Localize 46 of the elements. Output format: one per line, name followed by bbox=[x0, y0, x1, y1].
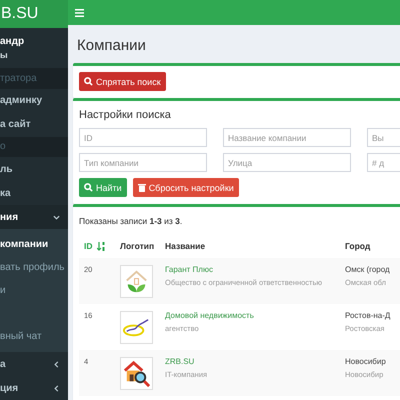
sort-icon[interactable] bbox=[96, 242, 106, 250]
submenu-item[interactable]: и bbox=[0, 279, 68, 302]
menu-section-header: тратора bbox=[0, 68, 68, 89]
input-field[interactable]: Тип компании bbox=[79, 153, 207, 172]
input-field[interactable]: Улица bbox=[223, 153, 351, 172]
menu-group[interactable]: ния bbox=[0, 205, 68, 230]
menu-item[interactable]: ка bbox=[0, 181, 68, 206]
column-header: Логотип bbox=[120, 241, 154, 251]
page-title: Компании bbox=[77, 37, 147, 54]
column-header[interactable]: ID bbox=[84, 241, 92, 251]
submenu-item[interactable]: компании bbox=[0, 233, 68, 256]
column-header: Город bbox=[345, 241, 370, 251]
user-name: андр bbox=[0, 36, 26, 47]
city-name: Ростов-на-Д bbox=[345, 311, 392, 321]
search-icon bbox=[84, 77, 93, 86]
menu-group[interactable]: ция bbox=[0, 376, 68, 400]
house-search-icon bbox=[120, 357, 153, 390]
signature-icon bbox=[120, 311, 153, 344]
company-link[interactable]: Домовой недвижимость bbox=[165, 311, 340, 321]
input-field[interactable]: # д bbox=[367, 153, 400, 172]
company-link[interactable]: ZRB.SU bbox=[165, 357, 340, 367]
trash-icon bbox=[138, 183, 146, 192]
column-header: Название bbox=[165, 241, 206, 251]
reset-button[interactable]: Сбросить настройки bbox=[132, 178, 239, 197]
menu-item[interactable]: а сайт bbox=[0, 112, 68, 136]
company-link[interactable]: Гарант Плюс bbox=[165, 265, 340, 275]
city-name: Новосибир bbox=[345, 357, 387, 367]
app-logo[interactable]: B.SU bbox=[0, 0, 68, 28]
hide-search-button[interactable]: Спрятать поиск bbox=[79, 72, 166, 91]
user-status: ы bbox=[0, 50, 9, 60]
menu-section-header: о bbox=[0, 136, 68, 158]
menu-icon[interactable] bbox=[75, 8, 84, 16]
search-button[interactable]: Найти bbox=[79, 178, 127, 197]
search-settings-title: Настройки поиска bbox=[79, 109, 172, 121]
menu-item[interactable]: ль bbox=[0, 157, 68, 182]
input-field[interactable]: Название компании bbox=[223, 128, 351, 147]
records-summary: Показаны записи 1-3 из 3. bbox=[79, 216, 184, 226]
input-field[interactable]: Вы bbox=[367, 128, 400, 147]
submenu-item[interactable]: вать профиль bbox=[0, 256, 68, 280]
house-leaf-icon bbox=[120, 265, 153, 298]
search-icon bbox=[84, 183, 93, 192]
city-name: Омск (город bbox=[345, 265, 391, 275]
input-field[interactable]: ID bbox=[79, 128, 207, 147]
submenu-item[interactable]: вный чат bbox=[0, 325, 68, 348]
menu-item[interactable]: админку bbox=[0, 88, 68, 113]
menu-group[interactable]: а bbox=[0, 352, 68, 376]
